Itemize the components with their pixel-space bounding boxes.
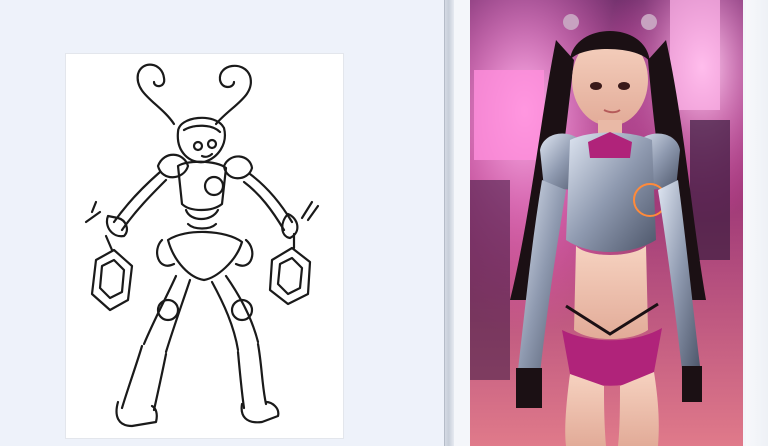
right-image-pane: [454, 0, 768, 446]
sketch-image[interactable]: [66, 54, 343, 438]
window-edge: [746, 0, 768, 446]
rendered-image[interactable]: [470, 0, 743, 446]
line-sketch-icon: [84, 63, 320, 428]
pane-divider[interactable]: [444, 0, 454, 446]
left-image-pane: [0, 0, 444, 446]
rendered-photo-icon: [470, 0, 743, 446]
